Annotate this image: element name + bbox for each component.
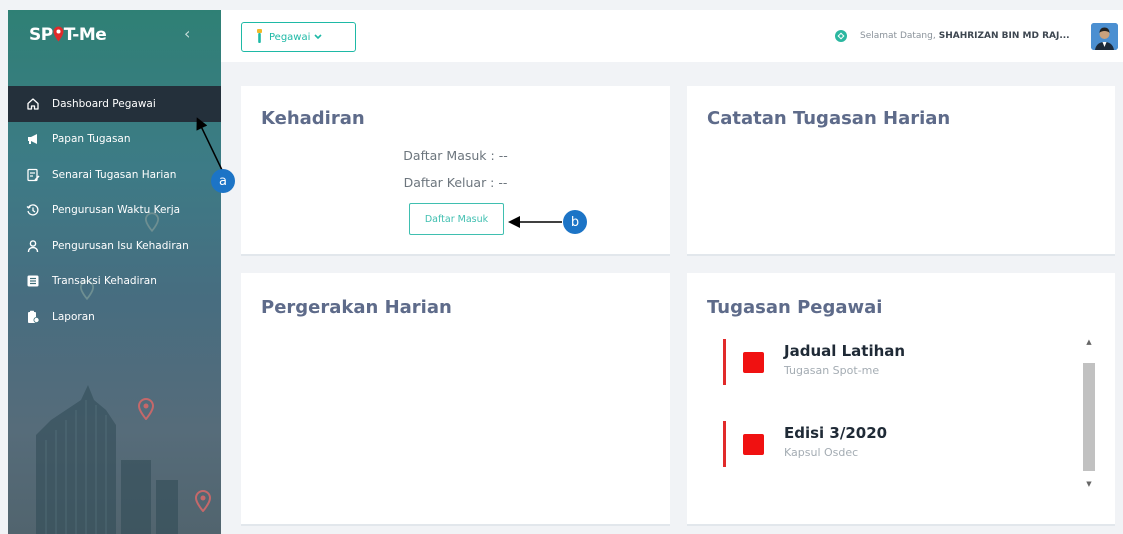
logo-text: SP [29,25,53,45]
sidebar-item-transaksi-kehadiran[interactable]: Transaksi Kehadiran [8,264,221,300]
annotation-callout-b: b [563,210,587,234]
check-in-status: Daftar Masuk : -- [403,148,508,163]
sidebar-item-label: Papan Tugasan [52,133,131,146]
edit-list-icon [26,168,40,182]
sidebar-item-label: Dashboard Pegawai [52,97,156,110]
catatan-tugasan-card: Catatan Tugasan Harian [687,86,1115,256]
card-title: Catatan Tugasan Harian [707,108,951,129]
role-dropdown-button[interactable]: Pegawai [241,22,356,52]
app-logo[interactable]: SP T-Me [29,24,107,47]
sidebar-item-label: Transaksi Kehadiran [52,275,157,288]
sidebar-item-laporan[interactable]: Laporan [8,299,221,335]
task-subtitle: Kapsul Osdec [784,446,859,459]
sidebar-item-dashboard-pegawai[interactable]: Dashboard Pegawai [8,86,221,122]
torch-icon [256,28,263,46]
task-list-scrollbar[interactable]: ▲ ▼ [1081,335,1097,491]
scroll-down-arrow-icon[interactable]: ▼ [1081,477,1097,491]
user-name[interactable]: SHAHRIZAN BIN MD RAJ... [939,31,1070,41]
history-icon [26,203,40,217]
map-pin-decoration-icon [195,490,211,512]
welcome-message: Selamat Datang, SHAHRIZAN BIN MD RAJ... [860,31,1070,41]
list-icon [26,274,40,288]
sidebar-item-pengurusan-waktu-kerja[interactable]: Pengurusan Waktu Kerja [8,193,221,229]
sidebar-item-label: Laporan [52,310,95,323]
scrollbar-thumb[interactable] [1083,363,1095,471]
sync-status-icon[interactable] [834,28,848,47]
check-out-status: Daftar Keluar : -- [403,175,508,190]
sidebar-item-senarai-tugasan-harian[interactable]: Senarai Tugasan Harian [8,157,221,193]
task-status-icon [743,352,764,373]
scroll-up-arrow-icon[interactable]: ▲ [1081,335,1097,349]
sidebar-menu: Dashboard Pegawai Papan Tugasan Senarai … [8,86,221,335]
task-accent-bar [723,421,726,467]
check-in-button[interactable]: Daftar Masuk [409,203,504,235]
card-title: Tugasan Pegawai [707,297,883,318]
person-icon [26,239,40,253]
role-dropdown-label: Pegawai [269,31,311,43]
sidebar-item-label: Senarai Tugasan Harian [52,168,177,181]
task-status-icon [743,434,764,455]
card-title: Pergerakan Harian [261,297,452,318]
logo-text: T-Me [63,25,107,45]
annotation-callout-a: a [211,169,235,193]
tugasan-pegawai-card: Tugasan Pegawai Jadual Latihan Tugasan S… [687,273,1115,526]
task-title: Jadual Latihan [784,342,906,360]
pergerakan-harian-card: Pergerakan Harian [241,273,670,526]
sidebar-item-papan-tugasan[interactable]: Papan Tugasan [8,122,221,158]
megaphone-icon [26,132,40,146]
card-title: Kehadiran [261,108,365,129]
kehadiran-card: Kehadiran Daftar Masuk : -- Daftar Kelua… [241,86,670,256]
city-background-illustration [36,385,178,534]
sidebar: SP T-Me ‹ Dashboard Pegawai Papan Tugasan… [8,10,221,534]
task-accent-bar [723,339,726,385]
logo-pin-icon [53,26,64,47]
sidebar-header: SP T-Me ‹ [8,10,221,72]
report-icon [26,310,40,324]
task-title: Edisi 3/2020 [784,424,888,442]
chevron-down-icon [314,32,322,43]
sidebar-item-pengurusan-isu-kehadiran[interactable]: Pengurusan Isu Kehadiran [8,228,221,264]
sidebar-item-label: Pengurusan Isu Kehadiran [52,239,189,252]
home-icon [26,97,40,111]
collapse-sidebar-icon[interactable]: ‹ [184,24,190,43]
top-bar: Pegawai Selamat Datang, SHAHRIZAN BIN MD … [221,10,1123,62]
map-pin-decoration-icon [138,398,154,420]
greeting-text: Selamat Datang, [860,31,936,41]
task-subtitle: Tugasan Spot-me [784,364,880,377]
sidebar-item-label: Pengurusan Waktu Kerja [52,204,181,217]
avatar[interactable] [1091,23,1118,50]
